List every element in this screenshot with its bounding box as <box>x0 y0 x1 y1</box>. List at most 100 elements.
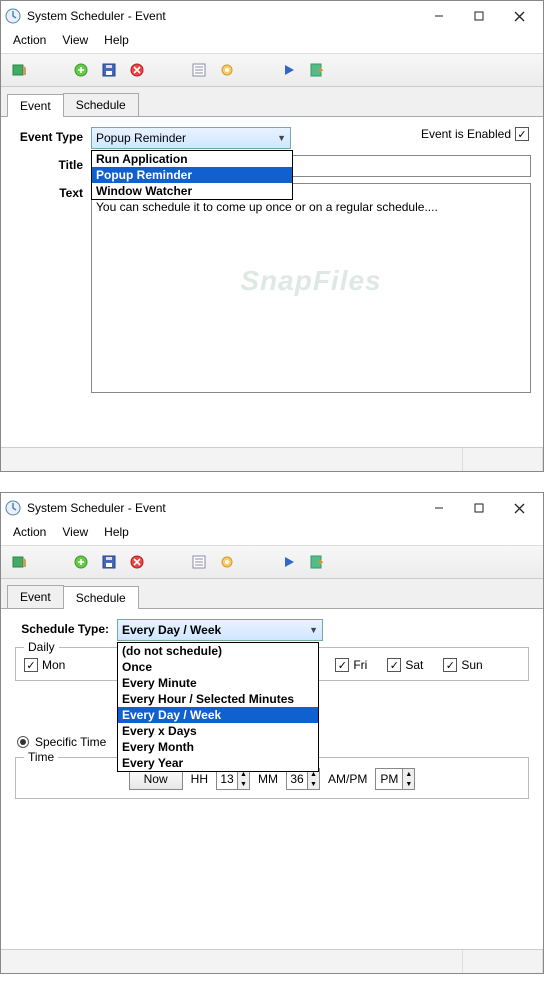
statusbar <box>1 949 543 973</box>
titlebar: System Scheduler - Event <box>1 1 543 31</box>
titlebar: System Scheduler - Event <box>1 493 543 523</box>
event-tab-body: Event is Enabled ✓ Event Type Popup Remi… <box>1 117 543 447</box>
settings-icon[interactable] <box>215 550 239 574</box>
menu-help[interactable]: Help <box>96 31 137 53</box>
option-do-not-schedule[interactable]: (do not schedule) <box>118 643 318 659</box>
ampm-input[interactable] <box>376 769 402 789</box>
app-icon <box>5 8 21 24</box>
option-every-month[interactable]: Every Month <box>118 739 318 755</box>
daily-label: Daily <box>24 640 59 654</box>
tab-row: Event Schedule <box>1 87 543 117</box>
event-type-options: Run Application Popup Reminder Window Wa… <box>91 150 293 200</box>
day-sun[interactable]: ✓Sun <box>443 658 482 672</box>
day-fri-label: Fri <box>353 658 367 672</box>
radio-specific-label: Specific Time <box>35 735 106 749</box>
time-label: Time <box>24 750 58 764</box>
run-icon[interactable] <box>277 58 301 82</box>
schedule-tab-body: Schedule Type: Every Day / Week ▼ (do no… <box>1 609 543 949</box>
tab-schedule[interactable]: Schedule <box>63 93 139 116</box>
list-icon[interactable] <box>187 58 211 82</box>
export-icon[interactable] <box>305 58 329 82</box>
run-icon[interactable] <box>277 550 301 574</box>
day-sat-label: Sat <box>405 658 423 672</box>
hh-label: HH <box>191 772 208 786</box>
day-mon-label: Mon <box>42 658 65 672</box>
down-icon[interactable]: ▼ <box>237 779 249 789</box>
option-popup-reminder[interactable]: Popup Reminder <box>92 167 292 183</box>
menu-view[interactable]: View <box>54 31 96 53</box>
menubar: Action View Help <box>1 523 543 545</box>
day-sun-label: Sun <box>461 658 482 672</box>
menu-help[interactable]: Help <box>96 523 137 545</box>
add-icon[interactable] <box>69 550 93 574</box>
add-icon[interactable] <box>69 58 93 82</box>
menu-view[interactable]: View <box>54 523 96 545</box>
schedule-type-label: Schedule Type: <box>13 619 117 636</box>
option-run-application[interactable]: Run Application <box>92 151 292 167</box>
watermark: SnapFiles <box>240 274 381 288</box>
up-icon[interactable]: ▲ <box>402 769 414 779</box>
event-window-event-tab: System Scheduler - Event Action View Hel… <box>0 0 544 472</box>
window-title: System Scheduler - Event <box>27 9 419 23</box>
delete-icon[interactable] <box>125 58 149 82</box>
maximize-button[interactable] <box>459 494 499 522</box>
text-label: Text <box>13 183 91 200</box>
day-mon[interactable]: ✓Mon <box>24 658 65 672</box>
down-icon[interactable]: ▼ <box>307 779 319 789</box>
radio-specific-time[interactable]: Specific Time <box>17 735 106 749</box>
menubar: Action View Help <box>1 31 543 53</box>
menu-action[interactable]: Action <box>5 31 54 53</box>
schedule-type-options: (do not schedule) Once Every Minute Ever… <box>117 642 319 772</box>
save-icon[interactable] <box>97 550 121 574</box>
day-fri[interactable]: ✓Fri <box>335 658 367 672</box>
toolbar <box>1 53 543 87</box>
schedule-type-value: Every Day / Week <box>122 623 309 637</box>
down-icon[interactable]: ▼ <box>402 779 414 789</box>
event-type-value: Popup Reminder <box>96 131 277 145</box>
maximize-button[interactable] <box>459 2 499 30</box>
menu-action[interactable]: Action <box>5 523 54 545</box>
tab-event[interactable]: Event <box>7 94 64 117</box>
title-label: Title <box>13 155 91 172</box>
event-enabled-label: Event is Enabled <box>421 127 511 141</box>
option-every-minute[interactable]: Every Minute <box>118 675 318 691</box>
event-type-label: Event Type <box>13 127 91 144</box>
chevron-down-icon: ▼ <box>309 625 318 635</box>
list-icon[interactable] <box>187 550 211 574</box>
option-once[interactable]: Once <box>118 659 318 675</box>
save-icon[interactable] <box>97 58 121 82</box>
minimize-button[interactable] <box>419 2 459 30</box>
option-every-year[interactable]: Every Year <box>118 755 318 771</box>
event-window-schedule-tab: System Scheduler - Event Action View Hel… <box>0 492 544 974</box>
window-title: System Scheduler - Event <box>27 501 419 515</box>
ampm-spinner[interactable]: ▲▼ <box>375 768 415 790</box>
back-icon[interactable] <box>7 58 31 82</box>
event-type-dropdown[interactable]: Popup Reminder ▼ Run Application Popup R… <box>91 127 291 149</box>
ampm-label: AM/PM <box>328 772 367 786</box>
hh-input[interactable] <box>217 769 237 789</box>
tab-event[interactable]: Event <box>7 585 64 608</box>
option-every-hour[interactable]: Every Hour / Selected Minutes <box>118 691 318 707</box>
option-window-watcher[interactable]: Window Watcher <box>92 183 292 199</box>
day-sat[interactable]: ✓Sat <box>387 658 423 672</box>
minimize-button[interactable] <box>419 494 459 522</box>
toolbar <box>1 545 543 579</box>
event-enabled-check[interactable]: Event is Enabled ✓ <box>421 127 529 141</box>
tab-schedule[interactable]: Schedule <box>63 586 139 609</box>
mm-input[interactable] <box>287 769 307 789</box>
export-icon[interactable] <box>305 550 329 574</box>
mm-label: MM <box>258 772 278 786</box>
back-icon[interactable] <box>7 550 31 574</box>
chevron-down-icon: ▼ <box>277 133 286 143</box>
tab-row: Event Schedule <box>1 579 543 609</box>
close-button[interactable] <box>499 2 539 30</box>
option-every-x-days[interactable]: Every x Days <box>118 723 318 739</box>
text-textarea[interactable]: This is a sample popup reminder! You can… <box>91 183 531 393</box>
schedule-type-dropdown[interactable]: Every Day / Week ▼ (do not schedule) Onc… <box>117 619 323 641</box>
settings-icon[interactable] <box>215 58 239 82</box>
delete-icon[interactable] <box>125 550 149 574</box>
checkbox-icon[interactable]: ✓ <box>515 127 529 141</box>
app-icon <box>5 500 21 516</box>
option-every-day-week[interactable]: Every Day / Week <box>118 707 318 723</box>
close-button[interactable] <box>499 494 539 522</box>
